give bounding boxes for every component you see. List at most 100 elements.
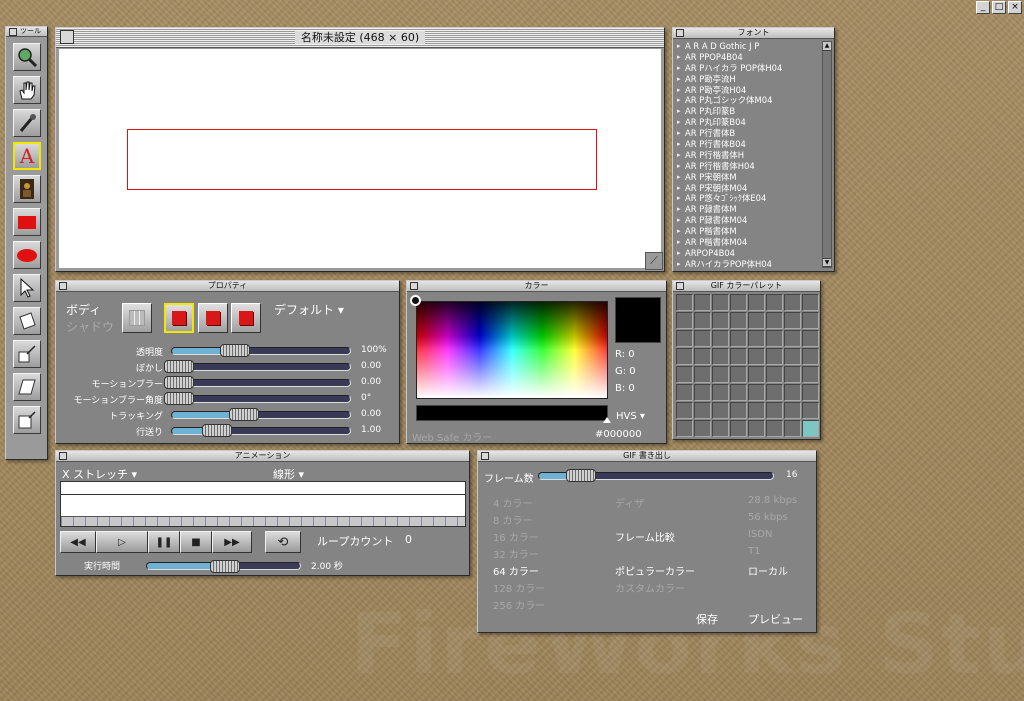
palette-cell[interactable] [784,312,801,329]
texture-fill-button[interactable] [122,303,152,333]
zoom-tool[interactable] [13,43,41,71]
fast-forward-button[interactable]: ▶▶ [212,531,252,553]
slider-knob[interactable] [164,376,195,389]
font-list-item[interactable]: AR P楷書体M04 [677,237,820,248]
rotate-tool[interactable] [13,307,41,335]
palette-cell[interactable] [784,348,801,365]
panel-close-box[interactable] [676,29,684,37]
panel-close-box[interactable] [59,452,67,460]
pointer-tool[interactable] [13,274,41,302]
frames-knob[interactable] [566,469,597,482]
font-list-item[interactable]: ARPOP4B04 [677,248,820,259]
slider-knob[interactable] [202,424,232,437]
speed-t1-option[interactable]: T1 [748,546,760,557]
palette-cell[interactable] [784,402,801,419]
properties-titlebar[interactable]: プロパティ [56,281,399,292]
property-slider[interactable]: ぼかし 0.00 [56,359,401,375]
image-tool[interactable] [13,175,41,203]
palette-cell[interactable] [712,384,729,401]
font-list-item[interactable]: AR P丸印篆B [677,106,820,117]
palette-cell[interactable] [766,330,783,347]
font-list-item[interactable]: AR P隷書体M [677,204,820,215]
palette-cell[interactable] [730,294,747,311]
palette-cell[interactable] [766,402,783,419]
property-slider[interactable]: 透明度 100% [56,343,401,359]
speed-56k-option[interactable]: 56 kbps [748,512,788,523]
palette-cell[interactable] [712,420,729,437]
canvas-close-box[interactable] [60,30,74,44]
rewind-button[interactable]: ◀◀ [60,531,96,553]
preview-button[interactable]: プレビュー [748,611,803,627]
palette-cell[interactable] [748,420,765,437]
palette-cell[interactable] [676,402,693,419]
export-titlebar[interactable]: GIF 書き出し [478,451,816,462]
fill-style-flat-button[interactable] [164,303,194,333]
palette-cell[interactable] [748,348,765,365]
panel-close-box[interactable] [9,28,17,36]
effect-dropdown[interactable]: X ストレッチ ▾ [62,466,137,482]
palette-cell[interactable] [730,420,747,437]
font-list-item[interactable]: AR P行楷書体H04 [677,161,820,172]
font-list-item[interactable]: AR P宋朝体M [677,172,820,183]
font-list-scrollbar[interactable]: ▲ ▼ [822,41,832,268]
local-option[interactable]: ローカル [748,563,788,578]
font-list-item[interactable]: AR P隷書体M04 [677,215,820,226]
palette-cell[interactable] [712,294,729,311]
font-list-item[interactable]: AR P丸ゴシック体M04 [677,95,820,106]
save-button[interactable]: 保存 [696,611,718,627]
restore-button[interactable]: □ [992,1,1006,14]
palette-cell[interactable] [694,312,711,329]
curve-dropdown[interactable]: 線形 ▾ [273,466,304,482]
slider-track[interactable] [171,363,351,371]
palette-cell[interactable] [730,348,747,365]
font-list-item[interactable]: AR P宋朝体M04 [677,183,820,194]
palette-cell[interactable] [748,402,765,419]
palette-cell[interactable] [712,366,729,383]
animation-titlebar[interactable]: アニメーション [56,451,469,462]
palette-cell[interactable] [748,294,765,311]
frame-compare-option[interactable]: フレーム比較 [615,529,675,544]
palette-cell[interactable] [730,330,747,347]
loop-button[interactable]: ⟲ [265,531,301,553]
font-list-item[interactable]: AR PPOP4B04 [677,52,820,63]
palette-cell[interactable] [694,294,711,311]
font-list-item[interactable]: AR P勘亭流H [677,74,820,85]
palette-cell[interactable] [694,402,711,419]
fill-style-emboss-button[interactable] [231,303,261,333]
preset-dropdown[interactable]: デフォルト ▾ [274,301,344,318]
palette-cell[interactable] [676,348,693,365]
palette-cell[interactable] [694,420,711,437]
color-titlebar[interactable]: カラー [407,281,666,292]
speed-isdn-option[interactable]: ISDN [748,529,772,540]
frames-slider[interactable]: 16 [478,468,818,484]
font-panel-titlebar[interactable]: フォント [673,28,834,39]
property-slider[interactable]: 行送り 1.00 [56,423,401,439]
colors-128-option[interactable]: 128 カラー [493,580,545,595]
palette-cell[interactable] [748,312,765,329]
scroll-down-icon[interactable]: ▼ [823,258,831,267]
palette-cell[interactable] [766,312,783,329]
resize-grip-icon[interactable]: ⟋ [645,252,663,270]
palette-cell[interactable] [676,312,693,329]
font-list-item[interactable]: AR P楷書体M [677,226,820,237]
palette-cell[interactable] [730,402,747,419]
popular-colors-option[interactable]: ポピュラーカラー [615,563,695,578]
palette-cell[interactable] [730,384,747,401]
panel-close-box[interactable] [676,282,684,290]
shadow-tab[interactable]: シャドウ [66,318,114,335]
body-tab[interactable]: ボディ [66,301,101,318]
slider-knob[interactable] [229,408,259,421]
distort-tool[interactable] [13,406,41,434]
canvas-titlebar[interactable]: 名称未設定 (468 × 60) [56,28,664,48]
play-button[interactable]: ▷ [96,531,148,553]
speed-28k-option[interactable]: 28.8 kbps [748,495,797,506]
slider-track[interactable] [171,411,351,419]
stop-button[interactable]: ■ [180,531,212,553]
hand-tool[interactable] [13,76,41,104]
palette-cell[interactable] [730,312,747,329]
brightness-bar[interactable] [416,405,608,421]
palette-cell[interactable] [676,420,693,437]
brightness-marker-icon[interactable] [603,417,611,423]
palette-cell[interactable] [802,330,819,347]
palette-cell[interactable] [802,366,819,383]
